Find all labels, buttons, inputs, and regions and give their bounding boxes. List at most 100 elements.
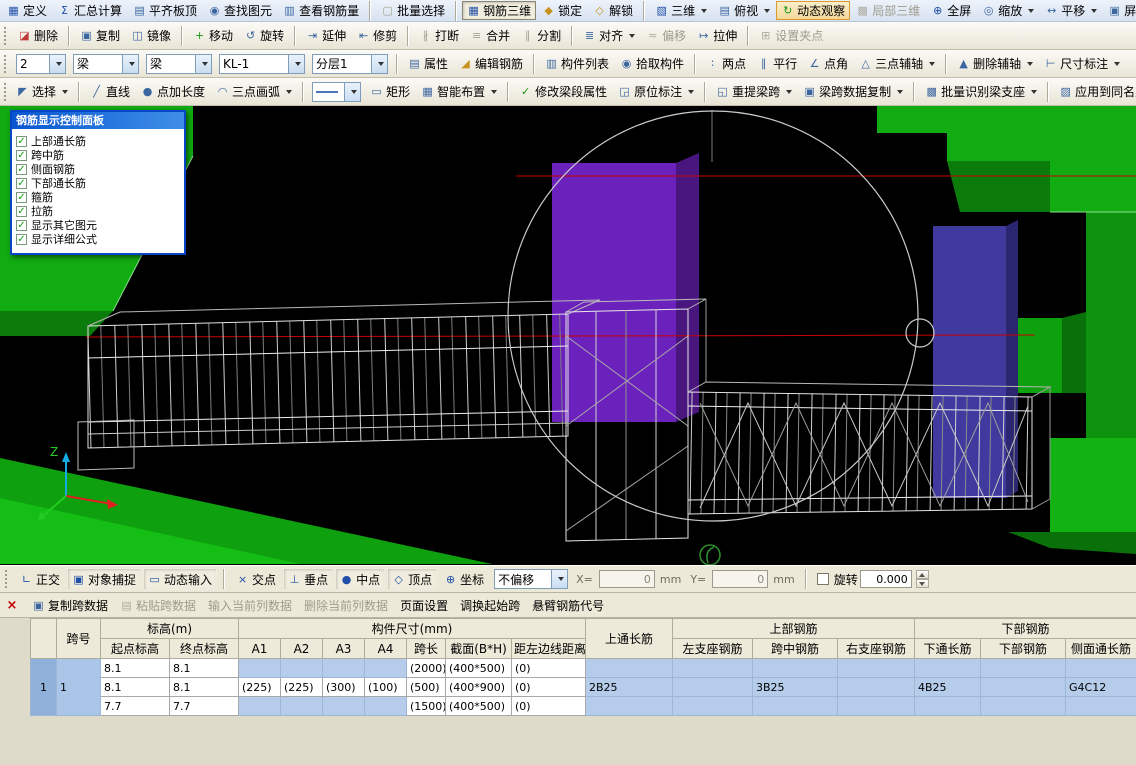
cell-side-through[interactable]: G4C12	[1065, 677, 1136, 697]
cell-end-elev[interactable]: 7.7	[169, 696, 239, 716]
align-button[interactable]: ≣ 对齐	[578, 25, 640, 47]
rebar-3d-button[interactable]: ▦ 钢筋三维	[462, 1, 537, 20]
col-left-support[interactable]: 左支座钢筋	[672, 638, 753, 659]
find-element-button[interactable]: ◉ 查找图元	[203, 1, 277, 20]
delete-aux-axis-button[interactable]: ▲ 删除辅轴	[952, 53, 1038, 75]
dynamic-input-toggle[interactable]: ▭ 动态输入	[143, 568, 218, 590]
move-button[interactable]: + 移动	[188, 25, 238, 47]
smart-layout-button[interactable]: ▦ 智能布置	[416, 81, 502, 103]
lock-button[interactable]: ◆ 锁定	[537, 1, 587, 20]
mirror-button[interactable]: ◫ 镜像	[126, 25, 176, 47]
snap-vertex-toggle[interactable]: ◇ 顶点	[387, 568, 438, 590]
cell-left-support[interactable]	[672, 696, 753, 716]
panel-item-show-other[interactable]: ✓ 显示其它图元	[16, 218, 182, 232]
three-point-aux-axis-button[interactable]: △ 三点辅轴	[854, 53, 940, 75]
trim-button[interactable]: ⇤ 修剪	[352, 25, 402, 47]
orbit-button[interactable]: ↻ 动态观察	[776, 1, 851, 20]
line-button[interactable]: ╱ 直线	[85, 81, 135, 103]
screen-button[interactable]: ▣ 屏幕	[1103, 1, 1136, 20]
cell-dist-left[interactable]: (0)	[511, 677, 586, 697]
row-header[interactable]: 1	[30, 658, 57, 716]
cell-a1[interactable]	[238, 696, 281, 716]
two-point-button[interactable]: ∶ 两点	[701, 53, 751, 75]
combo-arrow-button[interactable]	[122, 54, 138, 73]
cell-left-support[interactable]	[672, 658, 753, 678]
rectangle-button[interactable]: ▭ 矩形	[365, 81, 415, 103]
properties-button[interactable]: ▤ 属性	[403, 53, 453, 75]
cell-left-support[interactable]	[672, 677, 753, 697]
select-button[interactable]: ◤ 选择	[11, 81, 73, 103]
spin-down-icon[interactable]	[915, 579, 929, 588]
delete-button[interactable]: ◪ 删除	[13, 25, 63, 47]
angle-spinner[interactable]	[915, 570, 929, 588]
element-name-combo[interactable]: KL-1	[219, 53, 305, 74]
layer-combo[interactable]: 分层1	[312, 53, 388, 74]
col-top-through[interactable]: 上通长筋	[585, 618, 673, 659]
panel-item-top-through[interactable]: ✓ 上部通长筋	[16, 134, 182, 148]
snap-perpendicular-toggle[interactable]: ⊥ 垂点	[283, 568, 334, 590]
cell-start-elev[interactable]: 8.1	[100, 677, 170, 697]
cell-mid-span[interactable]	[752, 658, 838, 678]
cell-a2[interactable]: (225)	[280, 677, 323, 697]
cantilever-rebar-code-button[interactable]: 悬臂钢筋代号	[532, 597, 604, 614]
apply-same-name-button[interactable]: ▨ 应用到同名梁	[1054, 81, 1136, 103]
floor-combo[interactable]: 2	[16, 53, 66, 74]
x-input[interactable]: 0	[598, 570, 655, 588]
col-a3[interactable]: A3	[322, 638, 365, 659]
cell-right-support[interactable]	[837, 658, 915, 678]
fullscreen-button[interactable]: ⊕ 全屏	[926, 1, 976, 20]
cell-bottom-rebar[interactable]	[980, 677, 1066, 697]
close-span-editor-button[interactable]: ×	[4, 598, 20, 613]
merge-button[interactable]: ≡ 合并	[465, 25, 515, 47]
toolbar-grip[interactable]	[4, 54, 8, 73]
cell-bottom-rebar[interactable]	[980, 658, 1066, 678]
combo-arrow-button[interactable]	[195, 54, 211, 73]
cell-a4[interactable]	[364, 658, 407, 678]
cell-end-elev[interactable]: 8.1	[169, 677, 239, 697]
panel-item-midspan[interactable]: ✓ 跨中筋	[16, 148, 182, 162]
spin-up-icon[interactable]	[915, 570, 929, 579]
insitu-annotation-button[interactable]: ◲ 原位标注	[613, 81, 699, 103]
modify-beam-segment-button[interactable]: ✓ 修改梁段属性	[514, 81, 612, 103]
copy-span-data-button[interactable]: ▣ 复制跨数据	[32, 597, 108, 614]
cell-mid-span[interactable]: 3B25	[752, 677, 838, 697]
col-dist-left[interactable]: 距左边线距离	[511, 638, 586, 659]
offset-combo[interactable]: 不偏移	[494, 569, 569, 589]
checkbox-checked-icon[interactable]: ✓	[16, 219, 27, 231]
col-right-support[interactable]: 右支座钢筋	[837, 638, 915, 659]
snap-midpoint-toggle[interactable]: ● 中点	[335, 568, 386, 590]
stretch-button[interactable]: ↦ 拉伸	[692, 25, 742, 47]
col-mid-span[interactable]: 跨中钢筋	[752, 638, 838, 659]
toolbar-grip[interactable]	[5, 570, 9, 588]
local-3d-button[interactable]: ▩ 局部三维	[851, 1, 925, 20]
toolbar-grip[interactable]	[4, 82, 6, 101]
cell-span-no[interactable]: 1	[56, 658, 101, 716]
cell-a2[interactable]	[280, 658, 323, 678]
batch-select-button[interactable]: ▢ 批量选择	[376, 1, 450, 20]
cell-start-elev[interactable]: 8.1	[100, 658, 170, 678]
rotate-checkbox[interactable]	[816, 573, 829, 585]
cell-a1[interactable]	[238, 658, 281, 678]
cell-a4[interactable]	[364, 696, 407, 716]
col-start-elev[interactable]: 起点标高	[100, 638, 170, 659]
ortho-toggle[interactable]: ∟ 正交	[15, 568, 65, 590]
cell-bottom-through[interactable]: 4B25	[914, 677, 981, 697]
define-button[interactable]: ▦ 定义	[2, 1, 52, 20]
checkbox-checked-icon[interactable]: ✓	[16, 233, 27, 245]
cell-span-length[interactable]: (500)	[406, 677, 446, 697]
col-group-dimensions[interactable]: 构件尺寸(mm)	[238, 618, 586, 639]
checkbox-checked-icon[interactable]: ✓	[16, 163, 27, 175]
cell-section[interactable]: (400*500)	[445, 696, 512, 716]
point-length-button[interactable]: ● 点加长度	[136, 81, 210, 103]
zoom-button[interactable]: ◎ 缩放	[977, 1, 1039, 20]
y-input[interactable]: 0	[712, 570, 769, 588]
page-setup-button[interactable]: 页面设置	[400, 597, 448, 614]
cell-bottom-through[interactable]	[914, 696, 981, 716]
cell-top-through[interactable]	[585, 658, 673, 678]
col-group-elevation[interactable]: 标高(m)	[100, 618, 239, 639]
reextract-beam-span-button[interactable]: ◱ 重提梁跨	[711, 81, 797, 103]
cell-top-through[interactable]	[585, 696, 673, 716]
cell-a1[interactable]: (225)	[238, 677, 281, 697]
combo-arrow-button[interactable]	[49, 54, 65, 73]
cell-mid-span[interactable]	[752, 696, 838, 716]
